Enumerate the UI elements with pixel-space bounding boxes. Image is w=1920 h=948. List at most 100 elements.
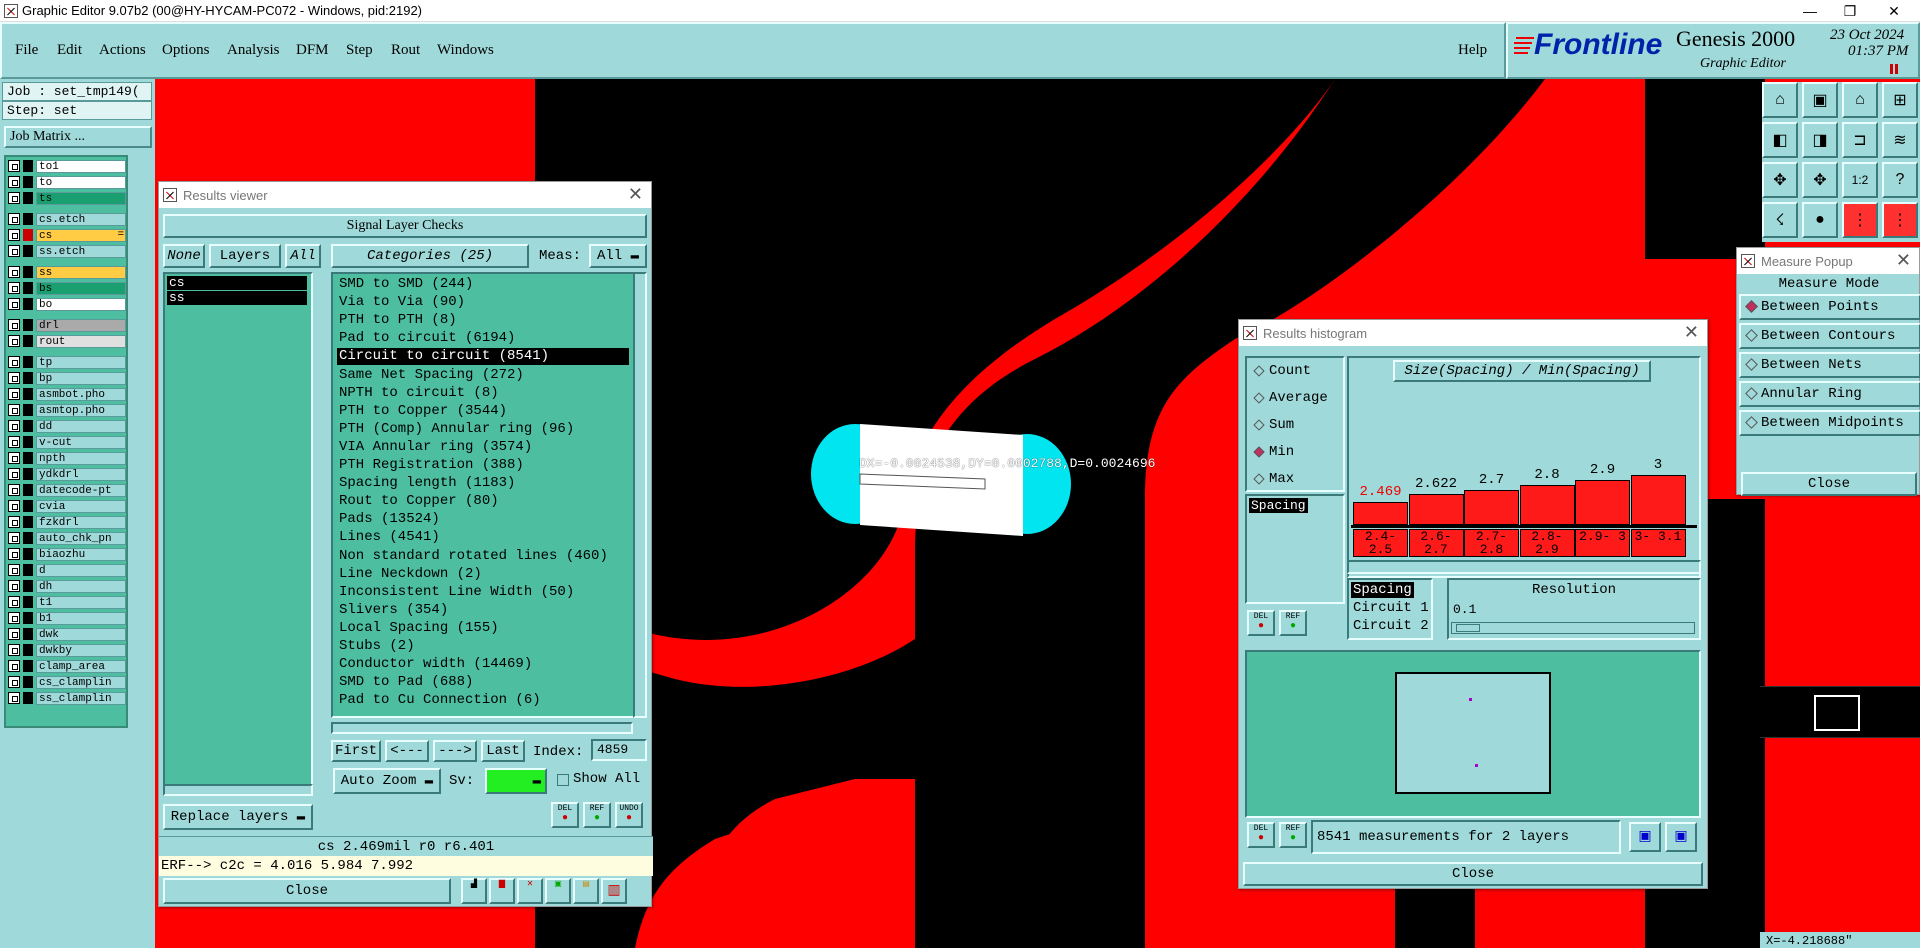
menu-rout[interactable]: Rout	[391, 42, 420, 59]
measure-mode-between-points[interactable]: Between Points	[1739, 294, 1920, 320]
layer-row[interactable]: npth	[8, 451, 126, 465]
layer-row[interactable]: rout	[8, 334, 126, 348]
results-viewer-close-icon[interactable]: ✕	[628, 184, 643, 205]
auto-zoom-select[interactable]: Auto Zoom ▬	[333, 768, 441, 794]
next-button[interactable]: --->	[433, 740, 477, 762]
layer-checkbox[interactable]	[8, 516, 20, 528]
category-item[interactable]: Non standard rotated lines (460)	[337, 548, 610, 565]
attr-circuit-1[interactable]: Circuit 1	[1353, 600, 1429, 616]
category-item[interactable]: Line Neckdown (2)	[337, 566, 484, 583]
minimize-button[interactable]: —	[1790, 0, 1830, 22]
measure-popup-close-button[interactable]: Close	[1741, 472, 1917, 496]
layer-row[interactable]: fzkdrl	[8, 515, 126, 529]
stat-radio-average[interactable]: Average	[1251, 387, 1328, 409]
layer-name[interactable]: cs.etch	[36, 212, 126, 226]
layer-name[interactable]: bs	[36, 281, 126, 295]
tool-help-icon[interactable]: ?	[1882, 162, 1918, 198]
job-matrix-button[interactable]: Job Matrix ...	[4, 126, 152, 148]
layer-row[interactable]: v-cut	[8, 435, 126, 449]
layer-row[interactable]: asmbot.pho	[8, 387, 126, 401]
categories-button[interactable]: Categories (25)	[331, 244, 529, 268]
hist-del-icon[interactable]: DEL ●	[1247, 610, 1275, 636]
category-item[interactable]: PTH to PTH (8)	[337, 312, 459, 329]
layer-checkbox[interactable]	[8, 372, 20, 384]
measure-popup-close-icon[interactable]: ✕	[1896, 250, 1911, 271]
layer-checkbox[interactable]	[8, 660, 20, 672]
hist-ref-icon[interactable]: REF ●	[1279, 610, 1307, 636]
layer-name[interactable]: asmtop.pho	[36, 403, 126, 417]
del-icon[interactable]: DEL ●	[551, 802, 579, 828]
tool-fit-icon[interactable]: ✥	[1762, 162, 1798, 198]
layer-checkbox[interactable]	[8, 213, 20, 225]
measure-mode-between-midpoints[interactable]: Between Midpoints	[1739, 410, 1920, 436]
layer-checkbox[interactable]	[8, 192, 20, 204]
none-button[interactable]: None	[163, 244, 205, 268]
tool-center-icon[interactable]: ✥	[1802, 162, 1838, 198]
histogram-icon[interactable]: ▥	[601, 878, 627, 904]
layer-checkbox[interactable]	[8, 160, 20, 172]
remove-icon[interactable]: ✕	[517, 878, 543, 904]
tool-snap-icon[interactable]: ☇	[1762, 202, 1798, 238]
layer-checkbox[interactable]	[8, 644, 20, 656]
layer-row[interactable]: dd	[8, 419, 126, 433]
layer-row[interactable]: ts	[8, 191, 126, 205]
layer-checkbox[interactable]	[8, 176, 20, 188]
layer-name[interactable]: tp	[36, 355, 126, 369]
categories-scrollbar[interactable]	[633, 272, 647, 718]
tool-scale-icon[interactable]: 1:2	[1842, 162, 1878, 198]
measure-mode-between-contours[interactable]: Between Contours	[1739, 323, 1920, 349]
layer-row[interactable]: tp	[8, 355, 126, 369]
resolution-slider-thumb[interactable]	[1456, 624, 1480, 632]
layer-name[interactable]: asmbot.pho	[36, 387, 126, 401]
category-item[interactable]: NPTH to circuit (8)	[337, 385, 501, 402]
layer-checkbox[interactable]	[8, 628, 20, 640]
layer-row[interactable]: to1	[8, 159, 126, 173]
layer-row[interactable]: cs.etch	[8, 212, 126, 226]
histogram-close-button[interactable]: Close	[1243, 862, 1703, 886]
layer-checkbox[interactable]	[8, 319, 20, 331]
close-button[interactable]: ✕	[1874, 0, 1914, 22]
resolution-slider[interactable]	[1451, 622, 1695, 634]
category-item[interactable]: PTH to Copper (3544)	[337, 403, 509, 420]
histogram-bar[interactable]	[1575, 480, 1630, 525]
measure-mode-between-nets[interactable]: Between Nets	[1739, 352, 1920, 378]
layer-checkbox[interactable]	[8, 452, 20, 464]
tool-net-icon[interactable]: ⋮	[1882, 202, 1918, 238]
result-layer-item[interactable]: cs	[167, 276, 307, 290]
tool-zoom-in-icon[interactable]: ⊐	[1842, 122, 1878, 158]
mini-view[interactable]	[1760, 686, 1920, 738]
layer-checkbox[interactable]	[8, 484, 20, 496]
tool-window-icon[interactable]: ⊞	[1882, 82, 1918, 118]
meas-select[interactable]: All ▬	[589, 244, 647, 268]
histogram-bar[interactable]	[1408, 493, 1464, 525]
report-icon[interactable]: ▟	[461, 878, 487, 904]
last-button[interactable]: Last	[481, 740, 525, 762]
layer-row[interactable]: dwk	[8, 627, 126, 641]
category-item[interactable]: Spacing length (1183)	[337, 475, 517, 492]
menu-options[interactable]: Options	[162, 42, 210, 59]
categories-list[interactable]: SMD to SMD (244) Via to Via (90) PTH to PT…	[331, 272, 647, 718]
layer-row[interactable]: bo	[8, 297, 126, 311]
export-icon[interactable]: ▣	[1629, 822, 1661, 852]
layer-name[interactable]: npth	[36, 451, 126, 465]
layer-row[interactable]: ss	[8, 265, 126, 279]
layer-checkbox[interactable]	[8, 500, 20, 512]
stat-radio-count[interactable]: Count	[1251, 360, 1311, 382]
menu-windows[interactable]: Windows	[437, 42, 494, 59]
menu-actions[interactable]: Actions	[99, 42, 146, 59]
layer-hscroll[interactable]	[163, 784, 313, 796]
index-field[interactable]: 4859	[591, 739, 647, 761]
category-item[interactable]: Pads (13524)	[337, 511, 442, 528]
first-button[interactable]: First	[331, 740, 381, 762]
layer-row[interactable]: dwkby	[8, 643, 126, 657]
tool-home-icon[interactable]: ⌂	[1762, 82, 1798, 118]
layer-name[interactable]: drl	[36, 318, 126, 332]
categories-hscroll[interactable]	[331, 722, 633, 734]
result-layer-item[interactable]: ss	[167, 291, 307, 305]
layer-name[interactable]: cs_clamplin	[36, 675, 126, 689]
layer-name[interactable]: bp	[36, 371, 126, 385]
layer-checkbox[interactable]	[8, 468, 20, 480]
layer-name[interactable]: cs	[36, 228, 126, 242]
attr-circuit-2[interactable]: Circuit 2	[1353, 618, 1429, 634]
histogram-hscroll[interactable]	[1347, 560, 1701, 574]
